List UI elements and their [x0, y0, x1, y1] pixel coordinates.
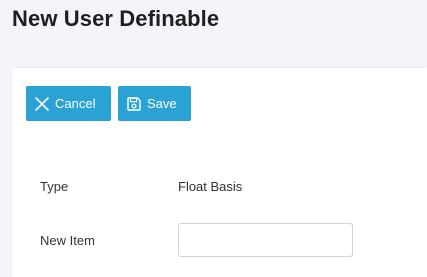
cancel-button-label: Cancel — [55, 96, 96, 111]
type-label: Type — [40, 178, 69, 194]
toolbar: Cancel Save — [26, 86, 191, 121]
save-button-label: Save — [147, 96, 177, 111]
save-button[interactable]: Save — [118, 86, 191, 121]
page-title: New User Definable — [12, 6, 220, 31]
cancel-button[interactable]: Cancel — [26, 86, 111, 121]
close-icon — [34, 96, 50, 112]
floppy-disk-icon — [126, 96, 142, 112]
form-card: Cancel Save Type Float Basis New Item — [12, 68, 427, 277]
type-value: Float Basis — [178, 178, 243, 194]
new-item-input[interactable] — [178, 223, 353, 257]
type-row: Type Float Basis — [40, 177, 242, 195]
new-item-label: New Item — [40, 232, 95, 248]
new-item-row: New Item — [40, 223, 353, 257]
